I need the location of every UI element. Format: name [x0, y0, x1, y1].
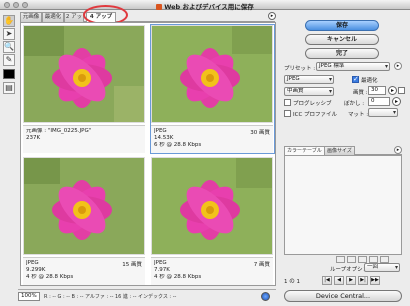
- done-button[interactable]: 完了: [305, 48, 379, 59]
- first-page-icon[interactable]: |◀: [322, 276, 332, 285]
- map-color-icon[interactable]: [336, 256, 345, 263]
- tab-image-size[interactable]: 画像サイズ: [324, 146, 355, 155]
- icc-profile-checkbox[interactable]: [284, 110, 291, 117]
- color-table-tabs: カラーテーブル 画像サイズ: [284, 146, 402, 155]
- slice-select-icon[interactable]: ➤: [3, 28, 15, 40]
- quality-stepper-icon[interactable]: ▸: [388, 86, 397, 95]
- browser-preview-icon[interactable]: [261, 292, 270, 301]
- preview-download-time: [26, 142, 142, 149]
- preview-quality: 30 画質: [250, 130, 270, 136]
- web-shift-icon[interactable]: [347, 256, 356, 263]
- preview-size: 9.299K: [26, 267, 46, 273]
- cosmos-flower-graphic: [24, 26, 144, 122]
- toggle-slices-icon[interactable]: ▤: [3, 82, 15, 94]
- eyedropper-icon[interactable]: ✎: [3, 54, 15, 66]
- preview-cell-optimized-3[interactable]: JPEG 7.97K 4 秒 @ 28.8 Kbps 7 画質: [149, 155, 277, 287]
- optimize-menu-icon[interactable]: ▸: [394, 62, 402, 70]
- add-color-icon[interactable]: [369, 256, 378, 263]
- flower-image: [151, 157, 273, 255]
- icc-profile-label: ICC プロファイル: [293, 112, 338, 118]
- loop-options-select[interactable]: 一回: [364, 263, 400, 272]
- progressive-checkbox[interactable]: [284, 99, 291, 106]
- prev-page-icon[interactable]: ◀: [334, 276, 344, 285]
- color-readout: R : -- G : -- B : -- アルファ : -- 16 進 : --…: [44, 294, 177, 300]
- preview-cell-original[interactable]: 元画像 : "IMG_0225.JPG" 237K: [21, 23, 149, 155]
- blur-input[interactable]: 0: [368, 97, 390, 106]
- preview-download-time: 4 秒 @ 28.8 Kbps: [26, 274, 74, 280]
- matte-label: マット :: [348, 112, 369, 118]
- preview-size: 7.97K: [154, 267, 170, 273]
- preview-info: JPEG 9.299K 4 秒 @ 28.8 Kbps 15 画質: [23, 257, 145, 285]
- app-icon: [156, 4, 163, 10]
- status-bar: 100% R : -- G : -- B : -- アルファ : -- 16 進…: [18, 289, 276, 301]
- matte-select[interactable]: [368, 108, 398, 117]
- cancel-button[interactable]: キャンセル: [305, 34, 379, 45]
- preview-menu-icon[interactable]: ▸: [268, 12, 276, 20]
- save-button[interactable]: 保存: [305, 20, 379, 31]
- preview-quality: 15 画質: [122, 262, 142, 268]
- zoom-icon[interactable]: 🔍: [3, 41, 15, 53]
- next-page-icon[interactable]: ▶|: [358, 276, 368, 285]
- lock-color-icon[interactable]: [358, 256, 367, 263]
- quality-mask-checkbox[interactable]: [398, 87, 405, 94]
- optimize-checkbox[interactable]: [352, 75, 359, 83]
- tab-optimized[interactable]: 最適化: [42, 12, 64, 22]
- device-central-button[interactable]: Device Central...: [284, 290, 402, 302]
- cosmos-flower-graphic: [24, 158, 144, 254]
- flower-image: [23, 157, 145, 255]
- preview-cell-optimized-2[interactable]: JPEG 9.299K 4 秒 @ 28.8 Kbps 15 画質: [21, 155, 149, 287]
- preset-select[interactable]: JPEG 標準: [316, 62, 390, 71]
- preview-format: 元画像 : "IMG_0225.JPG": [26, 128, 92, 134]
- preset-label: プリセット :: [284, 66, 316, 72]
- trash-icon[interactable]: [380, 256, 389, 263]
- page-count: 1 の 1: [284, 279, 300, 285]
- play-icon[interactable]: ▶: [346, 276, 356, 285]
- zoom-select[interactable]: 100%: [18, 292, 40, 301]
- blur-stepper-icon[interactable]: ▸: [392, 97, 401, 106]
- tool-strip: ✋ ➤ 🔍 ✎ ▤: [2, 14, 16, 94]
- preview-format: JPEG: [154, 260, 167, 266]
- optimize-label: 最適化: [361, 78, 378, 84]
- quality-input[interactable]: 30: [368, 86, 386, 95]
- quality-label: 画質 :: [353, 90, 368, 96]
- page-navigation: 1 の 1 |◀ ◀ ▶ ▶| ▶▶: [284, 276, 402, 285]
- last-page-icon[interactable]: ▶▶: [370, 276, 380, 285]
- preview-area: 元画像 : "IMG_0225.JPG" 237K JPEG 14.53K 6 …: [20, 22, 276, 286]
- flower-image: [23, 25, 145, 123]
- title-bar: Web およびデバイス用に保存: [0, 0, 410, 11]
- preview-download-time: 4 秒 @ 28.8 Kbps: [154, 274, 202, 280]
- tab-color-table[interactable]: カラーテーブル: [284, 146, 325, 155]
- progressive-label: プログレッシブ: [293, 101, 332, 107]
- flower-image: [151, 25, 273, 123]
- tab-original[interactable]: 元画像: [20, 12, 42, 22]
- hand-icon[interactable]: ✋: [3, 15, 15, 27]
- cosmos-flower-graphic: [152, 26, 272, 122]
- preview-info: 元画像 : "IMG_0225.JPG" 237K: [23, 125, 145, 153]
- preview-info: JPEG 7.97K 4 秒 @ 28.8 Kbps 7 画質: [151, 257, 273, 285]
- preview-size: 14.53K: [154, 135, 174, 141]
- blur-label: ぼかし :: [344, 101, 365, 107]
- preview-quality: 7 画質: [253, 262, 270, 268]
- preview-info: JPEG 14.53K 6 秒 @ 28.8 Kbps 30 画質: [151, 125, 273, 153]
- preview-cell-optimized-1[interactable]: JPEG 14.53K 6 秒 @ 28.8 Kbps 30 画質: [149, 23, 277, 155]
- format-select[interactable]: JPEG: [284, 75, 334, 84]
- eyedropper-color-swatch[interactable]: [3, 69, 15, 79]
- view-tabs: 元画像 最適化 2 アップ 4 アップ: [20, 12, 275, 29]
- color-table-panel: [284, 155, 402, 255]
- tab-2-up[interactable]: 2 アップ: [64, 12, 84, 29]
- quality-level-select[interactable]: 中画質: [284, 87, 334, 96]
- window-title: Web およびデバイス用に保存: [164, 3, 254, 11]
- preview-download-time: 6 秒 @ 28.8 Kbps: [154, 142, 202, 148]
- cosmos-flower-graphic: [152, 158, 272, 254]
- preview-size: 237K: [26, 135, 41, 141]
- color-table-menu-icon[interactable]: ▸: [394, 146, 402, 154]
